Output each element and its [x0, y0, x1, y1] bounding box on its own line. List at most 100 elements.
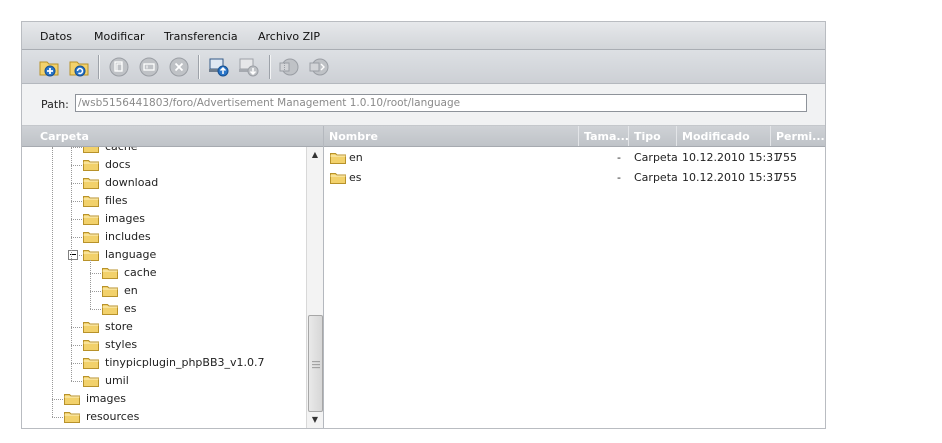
- tree-item-label: store: [105, 320, 133, 333]
- column-type-label: Tipo: [634, 130, 661, 143]
- toolbar-separator: [269, 55, 271, 79]
- folder-tree-header-label: Carpeta: [40, 130, 89, 143]
- tree-item[interactable]: images: [22, 390, 306, 408]
- scroll-up-icon[interactable]: ▲: [307, 147, 323, 163]
- tree-guide-level-1: [52, 147, 53, 417]
- folder-icon: [102, 267, 118, 279]
- file-size: -: [617, 151, 621, 164]
- column-size-label: Tama...: [584, 130, 629, 143]
- tree-item-label: cache: [124, 266, 157, 279]
- tree-item[interactable]: es: [22, 300, 306, 318]
- column-modified[interactable]: Modificado: [677, 126, 771, 146]
- column-size[interactable]: Tama...: [579, 126, 629, 146]
- tree-connector: [52, 417, 63, 418]
- table-row[interactable]: en - Carpeta 10.12.2010 15:31 755: [324, 148, 825, 168]
- file-modified: 10.12.2010 15:31: [682, 151, 781, 164]
- scroll-thumb[interactable]: ― ― ―: [308, 315, 323, 412]
- tree-item[interactable]: files: [22, 192, 306, 210]
- column-permissions[interactable]: Permi...: [771, 126, 825, 146]
- tree-scrollbar[interactable]: ▲ ― ― ― ▼: [306, 147, 323, 428]
- menu-transferencia[interactable]: Transferencia: [164, 30, 238, 43]
- column-modified-label: Modificado: [682, 130, 750, 143]
- unzip-icon[interactable]: [308, 56, 330, 78]
- tree-connector: [71, 183, 82, 184]
- tree-item[interactable]: en: [22, 282, 306, 300]
- tree-item[interactable]: umil: [22, 372, 306, 390]
- toolbar-separator: [198, 55, 200, 79]
- tree-item[interactable]: cache: [22, 147, 306, 156]
- folder-tree-header: Carpeta: [22, 126, 323, 147]
- column-name-label: Nombre: [329, 130, 378, 143]
- folder-icon: [83, 321, 99, 333]
- tree-guide-level-3: [90, 260, 91, 309]
- tree-item-label: images: [86, 392, 126, 405]
- tree-item[interactable]: store: [22, 318, 306, 336]
- folder-icon: [83, 357, 99, 369]
- path-input[interactable]: /wsb5156441803/foro/Advertisement Manage…: [75, 94, 807, 112]
- folder-icon: [83, 375, 99, 387]
- file-type: Carpeta: [634, 151, 678, 164]
- folder-icon: [83, 213, 99, 225]
- column-name[interactable]: Nombre: [324, 126, 579, 146]
- tree-item-label: download: [105, 176, 159, 189]
- menu-modificar[interactable]: Modificar: [94, 30, 145, 43]
- tree-connector: [71, 147, 82, 148]
- grip-icon: ― ― ―: [312, 357, 320, 372]
- tree-connector: [52, 399, 63, 400]
- tree-item-label: images: [105, 212, 145, 225]
- file-name: en: [349, 151, 363, 164]
- tree-item-label: tinypicplugin_phpBB3_v1.0.7: [105, 356, 265, 369]
- tree-item-label: en: [124, 284, 138, 297]
- file-manager-window: Datos Modificar Transferencia Archivo ZI…: [21, 21, 826, 429]
- file-permissions: 755: [776, 171, 797, 184]
- tree-item[interactable]: language: [22, 246, 306, 264]
- tree-connector: [71, 219, 82, 220]
- tree-item[interactable]: docs: [22, 156, 306, 174]
- tree-item-label: files: [105, 194, 128, 207]
- tree-connector: [90, 291, 101, 292]
- tree-item[interactable]: download: [22, 174, 306, 192]
- tree-item-label: umil: [105, 374, 129, 387]
- zip-icon[interactable]: [278, 56, 300, 78]
- folder-icon: [64, 411, 80, 423]
- tree-item-label: styles: [105, 338, 138, 351]
- tree-item[interactable]: cache: [22, 264, 306, 282]
- menu-datos[interactable]: Datos: [40, 30, 72, 43]
- copy-icon[interactable]: [108, 56, 130, 78]
- folder-icon: [83, 249, 99, 261]
- delete-icon[interactable]: [168, 56, 190, 78]
- folder-icon: [330, 172, 346, 187]
- tree-connector: [71, 345, 82, 346]
- tree-item-label: includes: [105, 230, 151, 243]
- table-row[interactable]: es - Carpeta 10.12.2010 15:31 755: [324, 168, 825, 188]
- tree-connector: [90, 273, 101, 274]
- file-list-header: Nombre Tama... Tipo Modificado Permi...: [324, 126, 825, 147]
- file-type: Carpeta: [634, 171, 678, 184]
- upload-icon[interactable]: [208, 56, 230, 78]
- menu-archivo-zip[interactable]: Archivo ZIP: [258, 30, 320, 43]
- refresh-icon[interactable]: [68, 56, 90, 78]
- tree-item[interactable]: styles: [22, 336, 306, 354]
- scroll-down-icon[interactable]: ▼: [307, 412, 323, 428]
- tree-connector: [71, 327, 82, 328]
- tree-item[interactable]: includes: [22, 228, 306, 246]
- tree-item[interactable]: resources: [22, 408, 306, 426]
- tree-connector: [71, 381, 82, 382]
- rename-icon[interactable]: [138, 56, 160, 78]
- toolbar: [22, 50, 825, 84]
- folder-icon: [83, 339, 99, 351]
- tree-item[interactable]: images: [22, 210, 306, 228]
- folder-icon: [102, 285, 118, 297]
- tree-connector: [71, 363, 82, 364]
- path-bar: Path: /wsb5156441803/foro/Advertisement …: [22, 84, 825, 126]
- new-folder-icon[interactable]: [38, 56, 60, 78]
- collapse-icon[interactable]: [68, 250, 78, 260]
- download-icon[interactable]: [238, 56, 260, 78]
- tree-connector: [71, 201, 82, 202]
- file-permissions: 755: [776, 151, 797, 164]
- folder-icon: [83, 159, 99, 171]
- tree-item[interactable]: tinypicplugin_phpBB3_v1.0.7: [22, 354, 306, 372]
- folder-icon: [330, 152, 346, 167]
- column-permissions-label: Permi...: [776, 130, 825, 143]
- column-type[interactable]: Tipo: [629, 126, 677, 146]
